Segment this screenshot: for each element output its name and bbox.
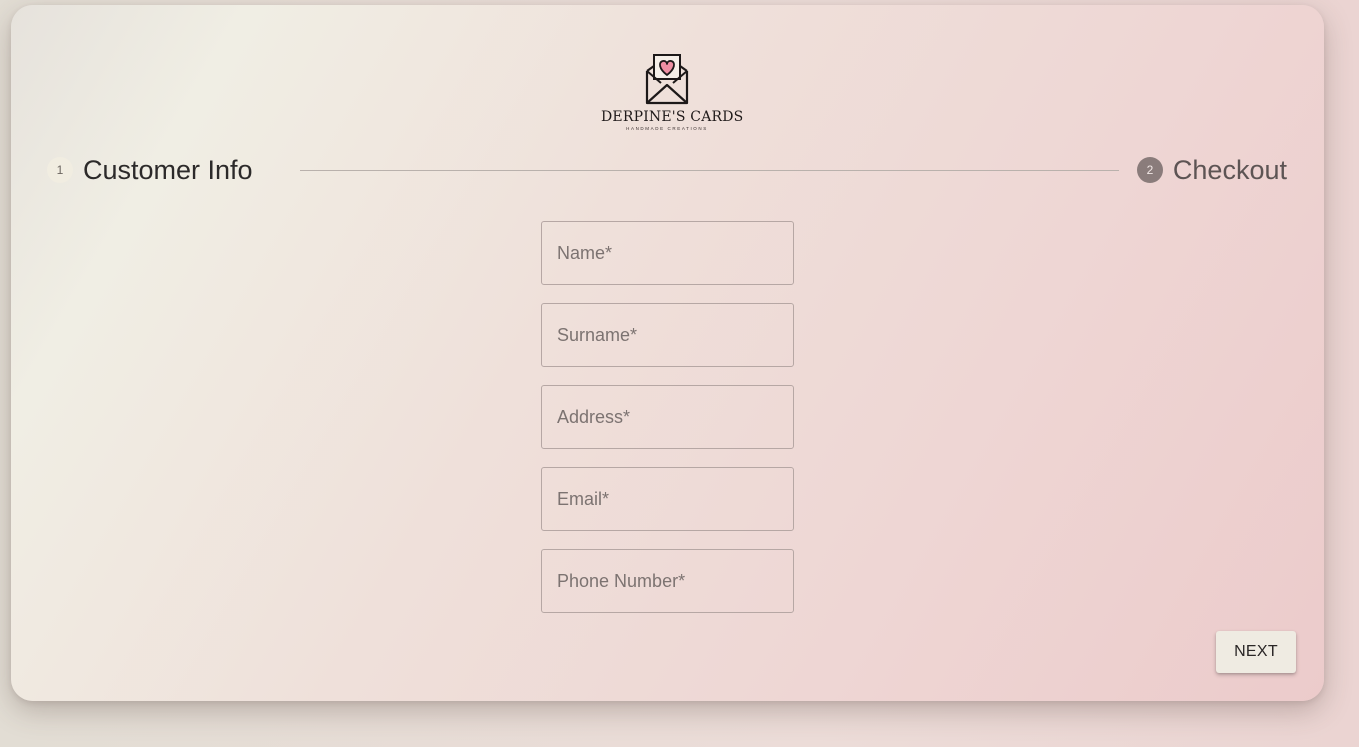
step-number-badge: 1 [47, 157, 73, 183]
customer-info-form [541, 221, 794, 631]
brand-logo: DERPINE'S CARDS HANDMADE CREATIONS [601, 51, 744, 135]
stepper-connector [300, 170, 1119, 171]
surname-field[interactable] [541, 303, 794, 367]
next-button[interactable]: NEXT [1216, 631, 1296, 673]
phone-number-field[interactable] [541, 549, 794, 613]
step-customer-info[interactable]: 1 Customer Info [47, 150, 253, 190]
checkout-stepper: 1 Customer Info 2 Checkout [47, 150, 1287, 190]
checkout-card: DERPINE'S CARDS HANDMADE CREATIONS 1 Cus… [11, 5, 1324, 701]
page-background: DERPINE'S CARDS HANDMADE CREATIONS 1 Cus… [0, 0, 1359, 747]
step-checkout[interactable]: 2 Checkout [1136, 150, 1287, 190]
step-label: Customer Info [83, 154, 253, 185]
step-label: Checkout [1172, 154, 1287, 185]
email-field[interactable] [541, 467, 794, 531]
step-number-badge: 2 [1136, 157, 1163, 183]
envelope-heart-icon [645, 54, 689, 105]
name-field[interactable] [541, 221, 794, 285]
brand-tagline: HANDMADE CREATIONS [626, 126, 708, 131]
address-field[interactable] [541, 385, 794, 449]
brand-name: DERPINE'S CARDS [601, 109, 744, 125]
